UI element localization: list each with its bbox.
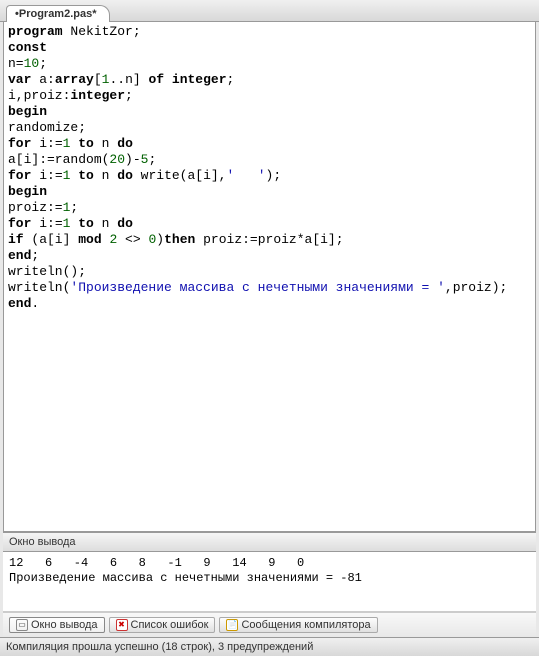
error-icon: ✖	[116, 619, 128, 631]
code-editor[interactable]: program NekitZor;constn=10;var a:array[1…	[3, 22, 536, 532]
bottom-tab-1[interactable]: ✖Список ошибок	[109, 617, 216, 633]
code-content: program NekitZor;constn=10;var a:array[1…	[4, 22, 535, 314]
bottom-tab-0[interactable]: ▭Окно вывода	[9, 617, 105, 633]
file-tab[interactable]: •Program2.pas*	[6, 5, 110, 22]
bottom-tab-label: Окно вывода	[31, 619, 98, 631]
message-icon: 📄	[226, 619, 238, 631]
output-panel-title: Окно вывода	[3, 532, 536, 552]
output-panel: 12 6 -4 6 8 -1 9 14 9 0 Произведение мас…	[3, 552, 536, 612]
bottom-tab-label: Сообщения компилятора	[241, 619, 370, 631]
status-bar: Компиляция прошла успешно (18 строк), 3 …	[0, 637, 539, 656]
bottom-tab-2[interactable]: 📄Сообщения компилятора	[219, 617, 377, 633]
bottom-tab-label: Список ошибок	[131, 619, 209, 631]
tab-bar: •Program2.pas*	[0, 0, 539, 22]
bottom-tab-bar: ▭Окно вывода✖Список ошибок📄Сообщения ком…	[3, 612, 536, 637]
output-icon: ▭	[16, 619, 28, 631]
